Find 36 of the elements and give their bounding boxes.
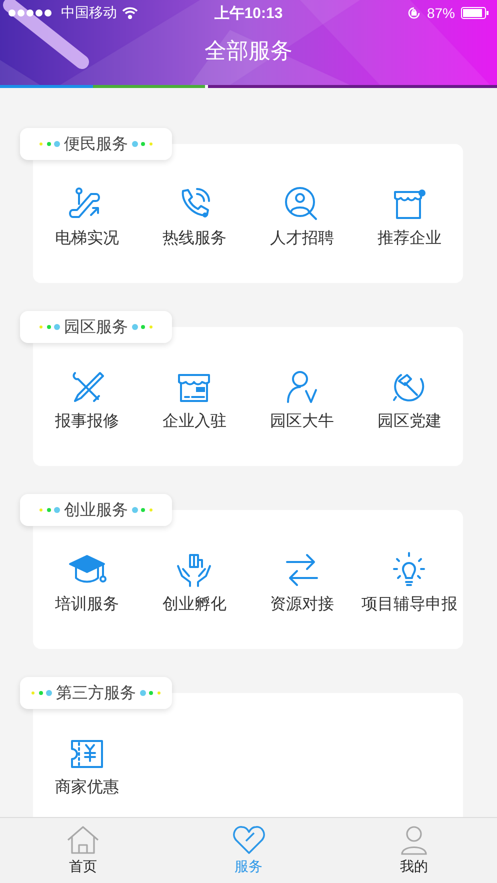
service-item[interactable]: 园区党建 bbox=[356, 367, 463, 432]
dots-icon bbox=[38, 141, 62, 147]
service-item[interactable]: 资源对接 bbox=[248, 550, 356, 615]
dots-icon bbox=[30, 690, 54, 696]
dots-icon bbox=[130, 507, 154, 513]
section-title: 园区服务 bbox=[64, 318, 128, 338]
rotation-lock-icon bbox=[406, 6, 421, 20]
service-item[interactable]: 项目辅导申报 bbox=[356, 550, 463, 615]
status-time: 上午10:13 bbox=[214, 4, 283, 22]
section-title: 第三方服务 bbox=[56, 684, 136, 704]
service-item[interactable]: 创业孵化 bbox=[140, 550, 248, 615]
dots-icon bbox=[130, 324, 154, 330]
tab[interactable]: 我的 bbox=[331, 818, 497, 883]
wifi-icon bbox=[122, 7, 138, 19]
battery-percent: 87% bbox=[426, 5, 455, 21]
page-title: 全部服务 bbox=[204, 38, 294, 64]
dots-icon bbox=[130, 141, 154, 147]
service-item[interactable]: 推荐企业 bbox=[356, 184, 463, 249]
carrier-name: 中国移动 bbox=[61, 4, 117, 22]
service-item[interactable]: 商家优惠 bbox=[33, 733, 140, 798]
tab[interactable]: 首页 bbox=[0, 818, 166, 883]
service-item[interactable]: 电梯实况 bbox=[33, 184, 140, 249]
service-item[interactable]: 人才招聘 bbox=[248, 184, 356, 249]
dots-icon bbox=[138, 690, 162, 696]
section-title: 创业服务 bbox=[64, 500, 128, 520]
home-icon bbox=[66, 825, 100, 855]
section-title: 便民服务 bbox=[64, 134, 128, 154]
service-item[interactable]: 热线服务 bbox=[140, 184, 248, 249]
dots-icon bbox=[38, 324, 62, 330]
dots-icon bbox=[38, 507, 62, 513]
service-item[interactable]: 培训服务 bbox=[33, 550, 140, 615]
battery-icon bbox=[461, 7, 489, 19]
service-item[interactable]: 报事报修 bbox=[33, 367, 140, 432]
service-item[interactable]: 企业入驻 bbox=[140, 367, 248, 432]
service-item[interactable]: 园区大牛 bbox=[248, 367, 356, 432]
heart-icon bbox=[232, 825, 266, 855]
